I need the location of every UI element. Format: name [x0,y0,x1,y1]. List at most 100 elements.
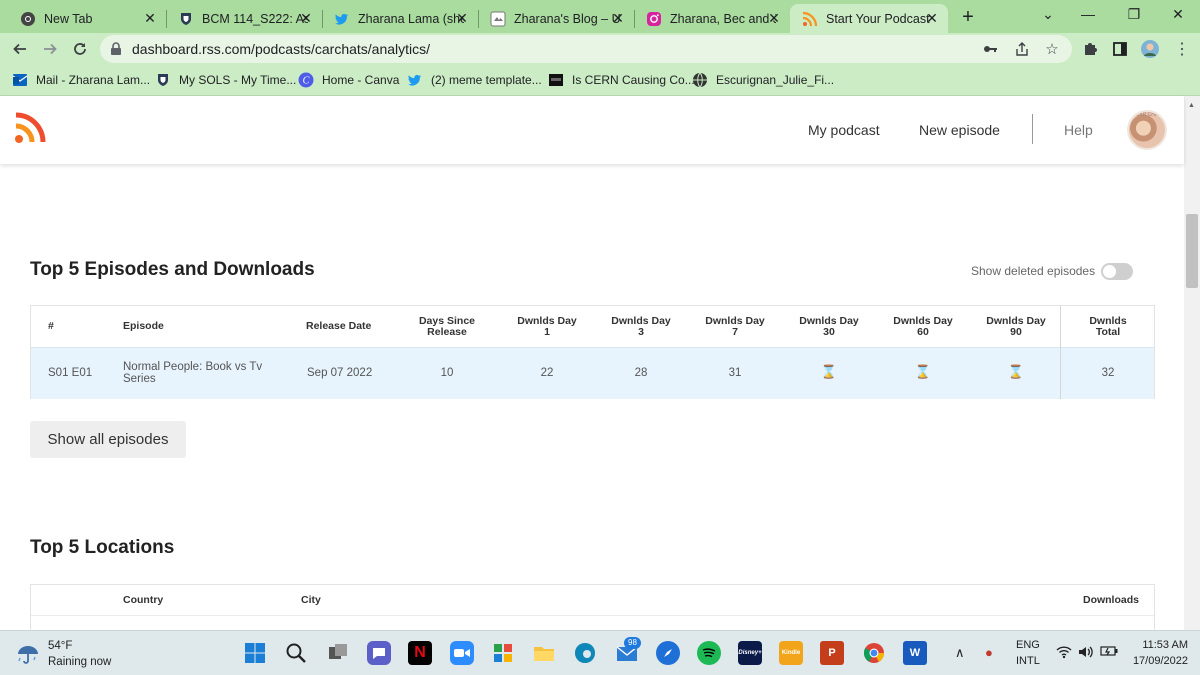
scroll-up-arrow-icon[interactable]: ▲ [1188,102,1195,109]
tab-search-chevron-icon[interactable]: ⌄ [1038,6,1058,23]
nav-new-episode[interactable]: New episode [919,122,1000,138]
edge-browser-icon[interactable] [573,641,597,665]
back-arrow-icon[interactable] [10,39,30,59]
bookmark-escurignan[interactable]: Escurignan_Julie_Fi... [692,71,834,89]
tab-start-your-podcast[interactable]: Start Your Podcast | ✕ [790,4,948,33]
word-icon[interactable]: W [903,641,927,665]
bookmark-meme-template[interactable]: (2) meme template... [407,71,542,89]
powerpoint-icon[interactable]: P [820,641,844,665]
instagram-icon [646,11,662,27]
header-country: Country [123,594,164,606]
blog-icon [490,11,506,27]
apps-grid-icon[interactable] [491,641,515,665]
tab-bcm114[interactable]: BCM 114_S222: Ass ✕ [166,4,322,33]
close-tab-icon[interactable]: ✕ [142,10,158,26]
close-window-icon[interactable]: ✕ [1168,6,1188,23]
zoom-icon[interactable] [450,641,474,665]
bookmark-my-sols[interactable]: My SOLS - My Time... [155,71,296,89]
safari-compass-icon[interactable] [656,641,680,665]
bookmark-mail[interactable]: Mail - Zharana Lam... [12,71,150,89]
header-line: Total [1095,326,1121,338]
close-tab-icon[interactable]: ✕ [454,10,470,26]
tab-new-tab[interactable]: New Tab ✕ [8,4,166,33]
bookmark-star-icon[interactable]: ☆ [1042,39,1062,59]
cell-episode-title[interactable]: Normal People: Book vs Tv Series [123,361,293,385]
weather-condition[interactable]: Raining now [48,656,111,668]
page-scrollbar[interactable] [1184,96,1200,630]
bookmark-label: Home - Canva [322,73,400,87]
extensions-puzzle-icon[interactable] [1080,39,1100,59]
header-line: 90 [1010,326,1022,338]
restore-icon[interactable]: ❐ [1124,6,1144,23]
header-dwnlds-day-3: Dwnlds Day 3 [601,316,681,338]
windows-taskbar: 54°F Raining now N Disney+ Kindle P W ∧ … [0,630,1200,675]
tab-title: Zharana Lama (she [358,11,464,26]
scrollbar-thumb[interactable] [1186,214,1198,288]
globe-icon [692,72,708,88]
chrome-menu-icon[interactable]: ⋮ [1172,39,1192,59]
header-episode: Episode [123,320,164,332]
hourglass-icon: ⌛ [914,364,932,379]
table-header-row: # Episode Release Date Days Since Releas… [31,306,1154,347]
close-tab-icon[interactable]: ✕ [298,10,314,26]
minimize-icon[interactable]: — [1078,6,1098,22]
share-icon[interactable] [1012,39,1032,59]
password-key-icon[interactable] [980,39,1000,59]
locations-table: Country City Downloads [30,584,1155,630]
header-dwnlds-day-1: Dwnlds Day 1 [507,316,587,338]
clock-time[interactable]: 11:53 AM [1138,639,1188,651]
netflix-icon[interactable]: N [408,641,432,665]
tab-twitter[interactable]: Zharana Lama (she ✕ [322,4,478,33]
search-icon[interactable] [284,641,308,665]
kindle-book-icon[interactable]: Kindle [779,641,803,665]
show-hidden-icons-chevron-icon[interactable]: ∧ [955,645,965,661]
clock-date[interactable]: 17/09/2022 [1130,655,1188,667]
outlook-icon [12,72,28,88]
forward-arrow-icon[interactable] [40,39,60,59]
battery-icon[interactable] [1100,645,1118,660]
windows-start-icon[interactable] [243,641,267,665]
table-row[interactable]: S01 E01 Normal People: Book vs Tv Series… [31,347,1154,399]
cell-dwnlds-day-3: 28 [634,367,648,379]
cell-release-date: Sep 07 2022 [307,367,373,379]
volume-icon[interactable] [1078,645,1094,662]
address-bar[interactable]: dashboard.rss.com/podcasts/carchats/anal… [100,35,1072,63]
bookmark-cern[interactable]: Is CERN Causing Co... [548,71,695,89]
teams-chat-icon[interactable] [367,641,391,665]
disney-plus-icon[interactable]: Disney+ [738,641,762,665]
security-alert-icon[interactable]: ● [985,645,993,660]
app-header: My podcast New episode Help CAR CHA [0,96,1184,164]
rain-umbrella-icon[interactable] [16,642,40,666]
nav-help[interactable]: Help [1064,122,1093,138]
lock-icon[interactable] [110,42,122,61]
twitter-icon [407,72,423,88]
cell-episode-number: S01 E01 [48,367,93,379]
close-tab-icon[interactable]: ✕ [610,10,626,26]
cell-dwnlds-day-1: 22 [540,367,554,379]
weather-temperature[interactable]: 54°F [48,640,72,652]
spotify-icon[interactable] [697,641,721,665]
header-line: 3 [638,326,644,338]
reload-icon[interactable] [70,39,90,59]
chrome-icon[interactable] [862,641,886,665]
close-tab-icon[interactable]: ✕ [924,10,940,26]
nav-my-podcast[interactable]: My podcast [808,122,880,138]
rss-logo-icon[interactable] [14,112,46,144]
user-avatar[interactable]: CAR CHA [1127,110,1167,150]
tab-instagram[interactable]: Zharana, Bec and Ja ✕ [634,4,790,33]
input-layout[interactable]: INTL [1016,655,1040,667]
profile-avatar-icon[interactable] [1140,39,1160,59]
side-panel-icon[interactable] [1110,39,1130,59]
close-tab-icon[interactable]: ✕ [766,10,782,26]
file-explorer-icon[interactable] [532,641,556,665]
show-deleted-toggle[interactable] [1101,263,1133,280]
show-all-episodes-button[interactable]: Show all episodes [30,421,186,458]
bookmark-canva[interactable]: C Home - Canva [298,71,399,89]
header-city: City [301,594,321,606]
input-language[interactable]: ENG [1016,639,1040,651]
tab-blog[interactable]: Zharana's Blog – UC ✕ [478,4,634,33]
task-view-icon[interactable] [326,641,350,665]
new-tab-button[interactable]: + [958,6,978,29]
wifi-icon[interactable] [1056,645,1072,662]
cell-days-since: 10 [440,367,454,379]
